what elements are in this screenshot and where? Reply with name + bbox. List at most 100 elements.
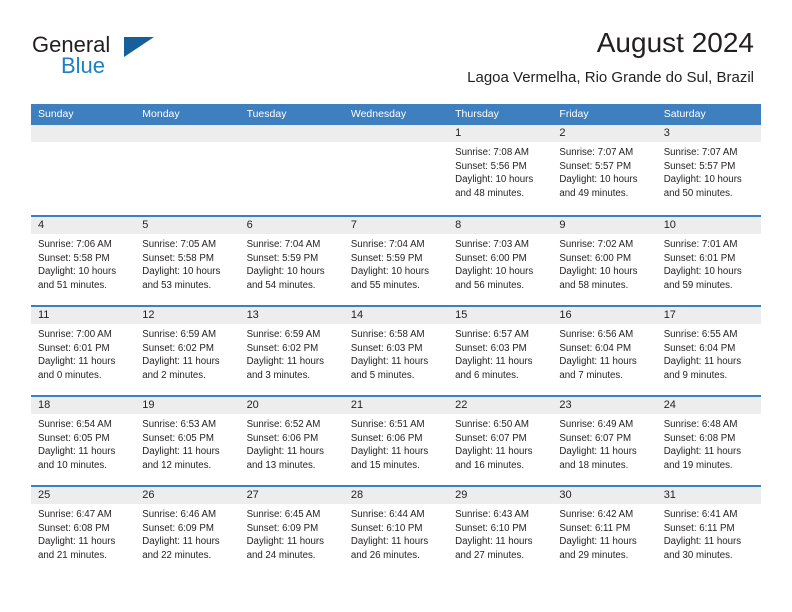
day-detail-line: Sunrise: 6:57 AM: [455, 329, 529, 340]
day-detail-line: Sunset: 5:56 PM: [455, 160, 527, 172]
calendar-day-cell[interactable]: 13 Sunrise: 6:59 AM Sunset: 6:02 PM Dayligh…: [239, 307, 344, 395]
day-detail-line: Sunset: 6:01 PM: [38, 342, 110, 354]
day-detail-line: Sunrise: 7:01 AM: [663, 239, 738, 250]
day-detail-line: and 58 minutes.: [559, 279, 629, 291]
calendar-day-cell[interactable]: 27 Sunrise: 6:45 AM Sunset: 6:09 PM Dayligh…: [239, 487, 344, 575]
day-detail-line: and 18 minutes.: [559, 459, 629, 471]
day-details: Sunrise: 6:44 AM Sunset: 6:10 PM Daylight:…: [344, 504, 448, 562]
day-detail-line: Daylight: 10 hours: [350, 266, 429, 278]
day-number: 22: [448, 397, 553, 414]
day-details: [135, 142, 239, 146]
day-detail-line: Daylight: 10 hours: [663, 266, 742, 278]
day-number: 25: [31, 487, 136, 504]
day-detail-line: Sunset: 6:08 PM: [38, 522, 110, 534]
calendar-day-cell[interactable]: 23 Sunrise: 6:49 AM Sunset: 6:07 PM Dayligh…: [552, 397, 657, 485]
day-detail-line: Sunset: 5:57 PM: [663, 160, 736, 172]
day-detail-line: Sunset: 6:11 PM: [663, 522, 735, 534]
day-detail-line: Daylight: 11 hours: [246, 356, 324, 368]
day-detail-line: Sunset: 6:06 PM: [350, 432, 423, 444]
weekday-header-monday: Monday: [142, 108, 180, 120]
day-detail-line: and 21 minutes.: [38, 549, 107, 561]
calendar-day-cell[interactable]: 15 Sunrise: 6:57 AM Sunset: 6:03 PM Dayligh…: [448, 307, 553, 395]
day-detail-line: Daylight: 11 hours: [455, 356, 533, 368]
day-detail-line: Daylight: 11 hours: [38, 446, 116, 458]
day-details: Sunrise: 7:02 AM Sunset: 6:00 PM Daylight:…: [552, 234, 656, 292]
day-details: Sunrise: 7:05 AM Sunset: 5:58 PM Daylight:…: [135, 234, 239, 292]
calendar-day-cell[interactable]: 10 Sunrise: 7:01 AM Sunset: 6:01 PM Dayligh…: [656, 217, 761, 305]
day-detail-line: and 49 minutes.: [559, 187, 629, 199]
day-detail-line: and 0 minutes.: [38, 369, 102, 381]
calendar-day-cell[interactable]: 5 Sunrise: 7:05 AM Sunset: 5:58 PM Daylight…: [135, 217, 240, 305]
calendar-day-cell-empty: [343, 125, 449, 215]
day-detail-line: Sunset: 6:11 PM: [559, 522, 631, 534]
day-detail-line: Sunrise: 6:47 AM: [38, 509, 112, 520]
calendar-day-cell-empty: [135, 125, 240, 215]
day-detail-line: Sunrise: 7:06 AM: [38, 239, 112, 250]
day-detail-line: Daylight: 11 hours: [455, 536, 533, 548]
generalblue-logo[interactable]: General Blue: [32, 32, 182, 84]
calendar-day-cell[interactable]: 31 Sunrise: 6:41 AM Sunset: 6:11 PM Dayligh…: [656, 487, 761, 575]
calendar-day-cell[interactable]: 9 Sunrise: 7:02 AM Sunset: 6:00 PM Daylight…: [552, 217, 657, 305]
calendar-day-cell[interactable]: 24 Sunrise: 6:48 AM Sunset: 6:08 PM Dayligh…: [656, 397, 761, 485]
calendar-day-cell[interactable]: 26 Sunrise: 6:46 AM Sunset: 6:09 PM Dayligh…: [135, 487, 240, 575]
day-detail-line: Sunrise: 6:46 AM: [142, 509, 217, 520]
calendar-day-cell[interactable]: 25 Sunrise: 6:47 AM Sunset: 6:08 PM Dayligh…: [31, 487, 136, 575]
calendar-day-cell[interactable]: 17 Sunrise: 6:55 AM Sunset: 6:04 PM Dayligh…: [656, 307, 761, 395]
day-details: [240, 142, 344, 146]
calendar-day-cell[interactable]: 30 Sunrise: 6:42 AM Sunset: 6:11 PM Dayligh…: [552, 487, 657, 575]
day-detail-line: Daylight: 11 hours: [559, 356, 637, 368]
page-title: August 2024: [596, 27, 754, 58]
day-details: Sunrise: 7:06 AM Sunset: 5:58 PM Daylight:…: [31, 234, 135, 292]
day-detail-line: Daylight: 11 hours: [663, 356, 742, 368]
day-detail-line: Daylight: 11 hours: [350, 356, 429, 368]
calendar-day-cell[interactable]: 16 Sunrise: 6:56 AM Sunset: 6:04 PM Dayligh…: [552, 307, 657, 395]
day-detail-line: and 54 minutes.: [246, 279, 316, 291]
calendar-day-cell[interactable]: 29 Sunrise: 6:43 AM Sunset: 6:10 PM Dayligh…: [448, 487, 553, 575]
calendar-day-cell[interactable]: 14 Sunrise: 6:58 AM Sunset: 6:03 PM Dayligh…: [343, 307, 449, 395]
day-detail-line: Sunset: 5:58 PM: [38, 252, 110, 264]
day-number: 26: [135, 487, 240, 504]
day-detail-line: Sunrise: 6:58 AM: [350, 329, 425, 340]
day-details: Sunrise: 7:04 AM Sunset: 5:59 PM Daylight:…: [344, 234, 448, 292]
calendar-day-cell[interactable]: 18 Sunrise: 6:54 AM Sunset: 6:05 PM Dayligh…: [31, 397, 136, 485]
day-number: 28: [343, 487, 449, 504]
day-detail-line: Sunrise: 7:00 AM: [38, 329, 112, 340]
weekday-header-row: Sunday Monday Tuesday Wednesday Thursday Frid…: [31, 104, 761, 125]
day-detail-line: Sunrise: 6:43 AM: [455, 509, 529, 520]
calendar-day-cell[interactable]: 11 Sunrise: 7:00 AM Sunset: 6:01 PM Dayligh…: [31, 307, 136, 395]
calendar-day-cell[interactable]: 21 Sunrise: 6:51 AM Sunset: 6:06 PM Dayligh…: [343, 397, 449, 485]
calendar-day-cell[interactable]: 28 Sunrise: 6:44 AM Sunset: 6:10 PM Dayligh…: [343, 487, 449, 575]
calendar-day-cell[interactable]: 7 Sunrise: 7:04 AM Sunset: 5:59 PM Daylight…: [343, 217, 449, 305]
day-detail-line: Daylight: 11 hours: [455, 446, 533, 458]
day-number: 1: [448, 125, 553, 142]
day-detail-line: Sunrise: 6:55 AM: [663, 329, 738, 340]
calendar-day-cell[interactable]: 20 Sunrise: 6:52 AM Sunset: 6:06 PM Dayligh…: [239, 397, 344, 485]
day-details: Sunrise: 7:00 AM Sunset: 6:01 PM Daylight:…: [31, 324, 135, 382]
day-details: Sunrise: 7:04 AM Sunset: 5:59 PM Daylight:…: [240, 234, 344, 292]
day-detail-line: Daylight: 11 hours: [38, 356, 116, 368]
day-detail-line: Daylight: 10 hours: [38, 266, 117, 278]
day-number: 31: [656, 487, 761, 504]
weekday-header-tuesday: Tuesday: [246, 108, 287, 120]
day-details: Sunrise: 6:56 AM Sunset: 6:04 PM Daylight:…: [552, 324, 656, 382]
calendar-day-cell[interactable]: 2 Sunrise: 7:07 AM Sunset: 5:57 PM Daylight…: [552, 125, 657, 215]
calendar-day-cell[interactable]: 3 Sunrise: 7:07 AM Sunset: 5:57 PM Daylight…: [656, 125, 761, 215]
day-detail-line: Sunset: 6:08 PM: [663, 432, 736, 444]
calendar-day-cell[interactable]: 22 Sunrise: 6:50 AM Sunset: 6:07 PM Dayligh…: [448, 397, 553, 485]
day-detail-line: Daylight: 10 hours: [559, 174, 638, 186]
calendar-day-cell[interactable]: 6 Sunrise: 7:04 AM Sunset: 5:59 PM Daylight…: [239, 217, 344, 305]
day-details: Sunrise: 6:42 AM Sunset: 6:11 PM Daylight:…: [552, 504, 656, 562]
calendar-day-cell[interactable]: 19 Sunrise: 6:53 AM Sunset: 6:05 PM Dayligh…: [135, 397, 240, 485]
calendar-day-cell[interactable]: 8 Sunrise: 7:03 AM Sunset: 6:00 PM Daylight…: [448, 217, 553, 305]
day-number: [135, 125, 240, 142]
calendar-day-cell[interactable]: 12 Sunrise: 6:59 AM Sunset: 6:02 PM Dayligh…: [135, 307, 240, 395]
day-number: 12: [135, 307, 240, 324]
calendar-day-cell[interactable]: 1 Sunrise: 7:08 AM Sunset: 5:56 PM Daylight…: [448, 125, 553, 215]
day-number: 19: [135, 397, 240, 414]
calendar-day-cell[interactable]: 4 Sunrise: 7:06 AM Sunset: 5:58 PM Daylight…: [31, 217, 136, 305]
day-number: 17: [656, 307, 761, 324]
day-details: Sunrise: 6:41 AM Sunset: 6:11 PM Daylight:…: [657, 504, 761, 562]
calendar-week-row: 11 Sunrise: 7:00 AM Sunset: 6:01 PM Dayligh…: [31, 305, 761, 395]
day-details: Sunrise: 6:43 AM Sunset: 6:10 PM Daylight:…: [448, 504, 552, 562]
day-detail-line: Sunrise: 7:04 AM: [350, 239, 425, 250]
